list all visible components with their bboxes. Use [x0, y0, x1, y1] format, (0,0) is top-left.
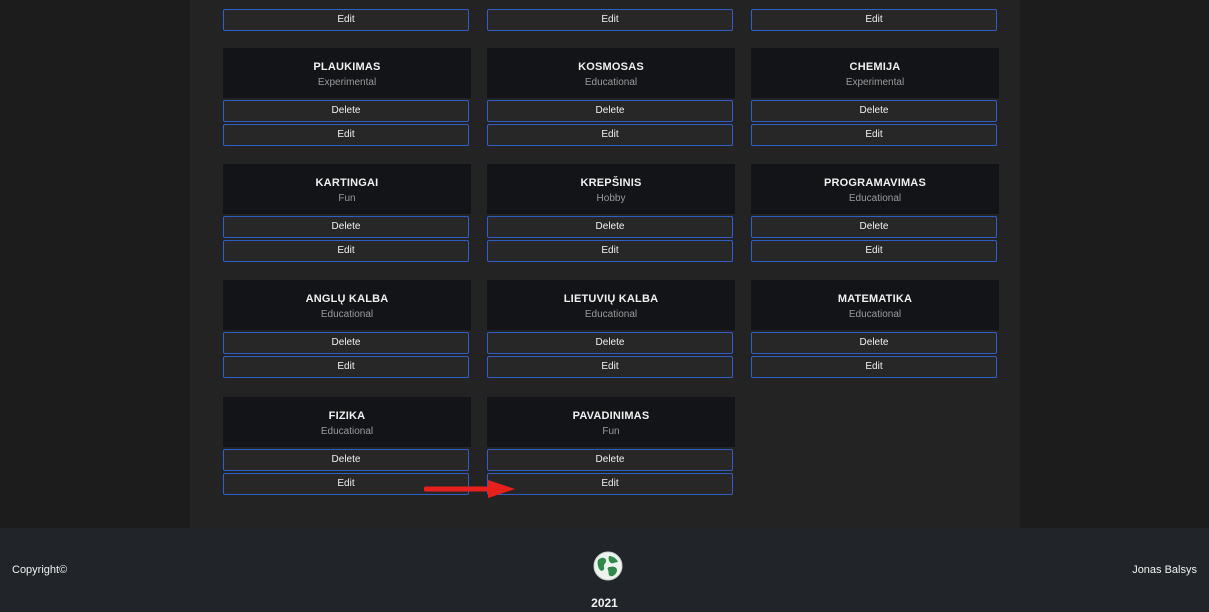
card-category: Educational	[320, 426, 374, 437]
edit-button[interactable]: Edit	[223, 124, 469, 146]
card-category: Educational	[848, 309, 902, 320]
edit-button[interactable]: Edit	[487, 240, 733, 262]
edit-button[interactable]: Edit	[487, 356, 733, 378]
card-category: Educational	[584, 77, 638, 88]
edit-button[interactable]: Edit	[487, 9, 733, 31]
card-title: LIETUVIŲ KALBA	[563, 293, 659, 305]
card-title: FIZIKA	[328, 410, 366, 422]
copyright-text: Copyright©	[12, 564, 68, 576]
activity-card: KOSMOSAS Educational Delete Edit	[487, 48, 735, 146]
delete-button[interactable]: Delete	[223, 216, 469, 238]
delete-button[interactable]: Delete	[751, 332, 997, 354]
delete-button[interactable]: Delete	[487, 216, 733, 238]
card-header: MATEMATIKA Educational	[751, 280, 999, 330]
card-category: Experimental	[845, 77, 905, 88]
card-header: ANGLŲ KALBA Educational	[223, 280, 471, 330]
red-arrow-icon	[424, 480, 515, 498]
card-title: PROGRAMAVIMAS	[823, 177, 926, 189]
card-header: PAVADINIMAS Fun	[487, 397, 735, 447]
card-header: KARTINGAI Fun	[223, 164, 471, 214]
card-title: ANGLŲ KALBA	[305, 293, 389, 305]
card-title: KARTINGAI	[315, 177, 379, 189]
card-header: KOSMOSAS Educational	[487, 48, 735, 98]
activity-card: KARTINGAI Fun Delete Edit	[223, 164, 471, 262]
card-header: PROGRAMAVIMAS Educational	[751, 164, 999, 214]
card-category: Hobby	[596, 193, 626, 204]
card-header: CHEMIJA Experimental	[751, 48, 999, 98]
delete-button[interactable]: Delete	[487, 449, 733, 471]
card-category: Fun	[338, 193, 356, 204]
edit-button[interactable]: Edit	[223, 240, 469, 262]
activity-card: PROGRAMAVIMAS Educational Delete Edit	[751, 164, 999, 262]
activity-card: ANGLŲ KALBA Educational Delete Edit	[223, 280, 471, 378]
card-title: PAVADINIMAS	[572, 410, 650, 422]
activity-card: MATEMATIKA Educational Delete Edit	[751, 280, 999, 378]
edit-button[interactable]: Edit	[487, 473, 733, 495]
delete-button[interactable]: Delete	[223, 332, 469, 354]
delete-button[interactable]: Delete	[751, 216, 997, 238]
card-header: LIETUVIŲ KALBA Educational	[487, 280, 735, 330]
delete-button[interactable]: Delete	[487, 332, 733, 354]
edit-button[interactable]: Edit	[487, 124, 733, 146]
card-category: Fun	[602, 426, 620, 437]
author-name: Jonas Balsys	[1132, 564, 1197, 576]
delete-button[interactable]: Delete	[751, 100, 997, 122]
footer: Copyright© Jonas Balsys 2021	[0, 528, 1209, 612]
card-title: KREPŠINIS	[580, 177, 642, 189]
activity-card: LIETUVIŲ KALBA Educational Delete Edit	[487, 280, 735, 378]
card-category: Experimental	[317, 77, 377, 88]
activity-card: PAVADINIMAS Fun Delete Edit	[487, 397, 735, 495]
globe-icon	[593, 551, 623, 581]
card-title: PLAUKIMAS	[313, 61, 381, 73]
edit-button[interactable]: Edit	[223, 356, 469, 378]
card-header: PLAUKIMAS Experimental	[223, 48, 471, 98]
card-title: CHEMIJA	[849, 61, 901, 73]
card-category: Educational	[584, 309, 638, 320]
card-header: FIZIKA Educational	[223, 397, 471, 447]
footer-year: 2021	[591, 596, 618, 610]
edit-button[interactable]: Edit	[751, 124, 997, 146]
activity-card: PLAUKIMAS Experimental Delete Edit	[223, 48, 471, 146]
activity-card: KREPŠINIS Hobby Delete Edit	[487, 164, 735, 262]
delete-button[interactable]: Delete	[487, 100, 733, 122]
card-category: Educational	[848, 193, 902, 204]
card-title: KOSMOSAS	[578, 61, 644, 73]
card-category: Educational	[320, 309, 374, 320]
card-header: KREPŠINIS Hobby	[487, 164, 735, 214]
delete-button[interactable]: Delete	[223, 100, 469, 122]
card-title: MATEMATIKA	[837, 293, 913, 305]
edit-button[interactable]: Edit	[751, 9, 997, 31]
edit-button[interactable]: Edit	[223, 9, 469, 31]
edit-button[interactable]: Edit	[751, 240, 997, 262]
delete-button[interactable]: Delete	[223, 449, 469, 471]
edit-button[interactable]: Edit	[751, 356, 997, 378]
activity-card: CHEMIJA Experimental Delete Edit	[751, 48, 999, 146]
